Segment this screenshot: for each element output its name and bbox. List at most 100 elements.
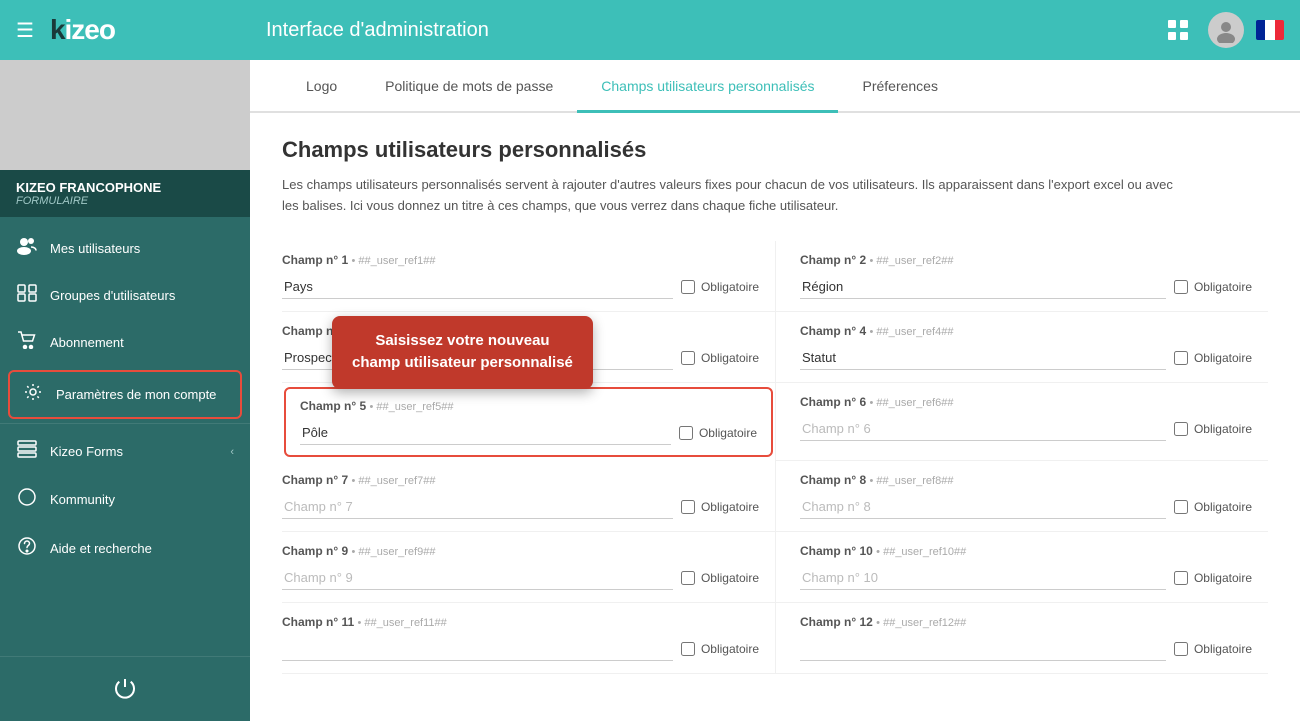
header-title: Interface d'administration [266, 19, 1160, 42]
obligatoire-label-5: Obligatoire [699, 426, 757, 440]
sidebar-item-label: Groupes d'utilisateurs [50, 288, 234, 303]
field-group-10: Champ n° 10 • ##_user_ref10##Obligatoire [775, 532, 1268, 603]
field-input-12[interactable] [800, 637, 1166, 661]
sidebar-subtitle: FORMULAIRE [16, 195, 234, 207]
obligatoire-checkbox-2[interactable] [1174, 280, 1188, 294]
sidebar-item-label: Aide et recherche [50, 541, 234, 556]
sidebar-divider [0, 423, 250, 424]
sidebar: KIZEO FRANCOPHONE FORMULAIRE Mes utilisa… [0, 60, 250, 721]
field-group-3: Champ n° 3 • ##_user_ref3## ObligatoireSa… [282, 312, 775, 383]
sidebar-item-utilisateurs[interactable]: Mes utilisateurs [0, 225, 250, 272]
field-input-5[interactable] [300, 421, 671, 445]
field-group-6: Champ n° 6 • ##_user_ref6## Obligatoire [775, 383, 1268, 461]
field-input-row-6: Obligatoire [800, 417, 1252, 441]
obligatoire-checkbox-8[interactable] [1174, 500, 1188, 514]
field-label-5: Champ n° 5 • ##_user_ref5## [300, 399, 757, 413]
tab-politique[interactable]: Politique de mots de passe [361, 60, 577, 113]
hamburger-icon[interactable]: ☰ [16, 18, 34, 43]
obligatoire-checkbox-11[interactable] [681, 642, 695, 656]
field-label-2: Champ n° 2 • ##_user_ref2## [800, 253, 1252, 267]
field-group-7: Champ n° 7 • ##_user_ref7##Obligatoire [282, 461, 775, 532]
sidebar-item-label: Abonnement [50, 335, 234, 350]
field-input-1[interactable] [282, 275, 673, 299]
grid-icon-button[interactable] [1160, 12, 1196, 48]
field-input-3[interactable] [282, 346, 673, 370]
tab-champs[interactable]: Champs utilisateurs personnalisés [577, 60, 838, 113]
obligatoire-label-2: Obligatoire [1194, 280, 1252, 294]
tab-preferences[interactable]: Préferences [838, 60, 961, 113]
field-input-2[interactable] [800, 275, 1166, 299]
sidebar-nav: Mes utilisateurs Groupes d'utilisateurs [0, 217, 250, 656]
avatar[interactable] [1208, 12, 1244, 48]
top-header: ☰ kizeo Interface d'administration [0, 0, 1300, 60]
obligatoire-label-1: Obligatoire [701, 280, 759, 294]
obligatoire-wrap-2: Obligatoire [1174, 280, 1252, 294]
field-input-9[interactable] [282, 566, 673, 590]
field-input-row-9: Obligatoire [282, 566, 759, 590]
field-input-10[interactable] [800, 566, 1166, 590]
sidebar-item-parametres[interactable]: Paramètres de mon compte [8, 370, 242, 419]
obligatoire-wrap-10: Obligatoire [1174, 571, 1252, 585]
field-input-7[interactable] [282, 495, 673, 519]
sidebar-item-label: Paramètres de mon compte [56, 387, 228, 402]
sidebar-username: KIZEO FRANCOPHONE [16, 180, 234, 195]
field-label-3: Champ n° 3 • ##_user_ref3## [282, 324, 759, 338]
sidebar-item-abonnement[interactable]: Abonnement [0, 319, 250, 366]
obligatoire-checkbox-3[interactable] [681, 351, 695, 365]
field-label-1: Champ n° 1 • ##_user_ref1## [282, 253, 759, 267]
power-button[interactable] [12, 669, 238, 709]
field-input-11[interactable] [282, 637, 673, 661]
gear-icon [22, 382, 44, 407]
obligatoire-wrap-5: Obligatoire [679, 426, 757, 440]
obligatoire-checkbox-10[interactable] [1174, 571, 1188, 585]
sidebar-item-kommunity[interactable]: Kommunity [0, 475, 250, 524]
sidebar-bottom [0, 656, 250, 721]
obligatoire-wrap-12: Obligatoire [1174, 642, 1252, 656]
language-flag[interactable] [1256, 20, 1284, 40]
sidebar-item-label: Kizeo Forms [50, 444, 218, 459]
cart-icon [16, 331, 38, 354]
field-input-4[interactable] [800, 346, 1166, 370]
field-label-8: Champ n° 8 • ##_user_ref8## [800, 473, 1252, 487]
obligatoire-label-8: Obligatoire [1194, 500, 1252, 514]
obligatoire-checkbox-4[interactable] [1174, 351, 1188, 365]
field-group-11: Champ n° 11 • ##_user_ref11##Obligatoire [282, 603, 775, 674]
field-group-1: Champ n° 1 • ##_user_ref1## Obligatoire [282, 241, 775, 312]
tabs-bar: Logo Politique de mots de passe Champs u… [250, 60, 1300, 113]
tab-logo[interactable]: Logo [282, 60, 361, 113]
sidebar-item-label: Kommunity [50, 492, 234, 507]
field-group-4: Champ n° 4 • ##_user_ref4## Obligatoire [775, 312, 1268, 383]
field-label-12: Champ n° 12 • ##_user_ref12## [800, 615, 1252, 629]
obligatoire-checkbox-9[interactable] [681, 571, 695, 585]
tooltip-overlay: ObligatoireSaisissez votre nouveauchamp … [282, 346, 759, 370]
field-label-4: Champ n° 4 • ##_user_ref4## [800, 324, 1252, 338]
sidebar-item-kizeo-forms[interactable]: Kizeo Forms ‹ [0, 428, 250, 475]
obligatoire-checkbox-7[interactable] [681, 500, 695, 514]
field-label-6: Champ n° 6 • ##_user_ref6## [800, 395, 1252, 409]
obligatoire-checkbox-1[interactable] [681, 280, 695, 294]
field-input-row-3: Obligatoire [282, 346, 759, 370]
obligatoire-wrap-8: Obligatoire [1174, 500, 1252, 514]
obligatoire-label-3: Obligatoire [701, 351, 759, 365]
field-input-8[interactable] [800, 495, 1166, 519]
header-right [1160, 12, 1284, 48]
field-group-8: Champ n° 8 • ##_user_ref8## Obligatoire [775, 461, 1268, 532]
obligatoire-wrap-4: Obligatoire [1174, 351, 1252, 365]
obligatoire-wrap-6: Obligatoire [1174, 422, 1252, 436]
obligatoire-label-4: Obligatoire [1194, 351, 1252, 365]
obligatoire-checkbox-6[interactable] [1174, 422, 1188, 436]
obligatoire-wrap-1: Obligatoire [681, 280, 759, 294]
field-input-row-7: Obligatoire [282, 495, 759, 519]
sidebar-item-aide[interactable]: Aide et recherche [0, 524, 250, 573]
obligatoire-checkbox-5[interactable] [679, 426, 693, 440]
help-icon [16, 536, 38, 561]
obligatoire-label-7: Obligatoire [701, 500, 759, 514]
page-content: Champs utilisateurs personnalisés Les ch… [250, 113, 1300, 721]
page-title: Champs utilisateurs personnalisés [282, 137, 1268, 163]
field-input-6[interactable] [800, 417, 1166, 441]
sidebar-item-groupes[interactable]: Groupes d'utilisateurs [0, 272, 250, 319]
obligatoire-checkbox-12[interactable] [1174, 642, 1188, 656]
obligatoire-wrap-11: Obligatoire [681, 642, 759, 656]
fields-grid: Champ n° 1 • ##_user_ref1##ObligatoireCh… [282, 241, 1268, 674]
groups-icon [16, 284, 38, 307]
